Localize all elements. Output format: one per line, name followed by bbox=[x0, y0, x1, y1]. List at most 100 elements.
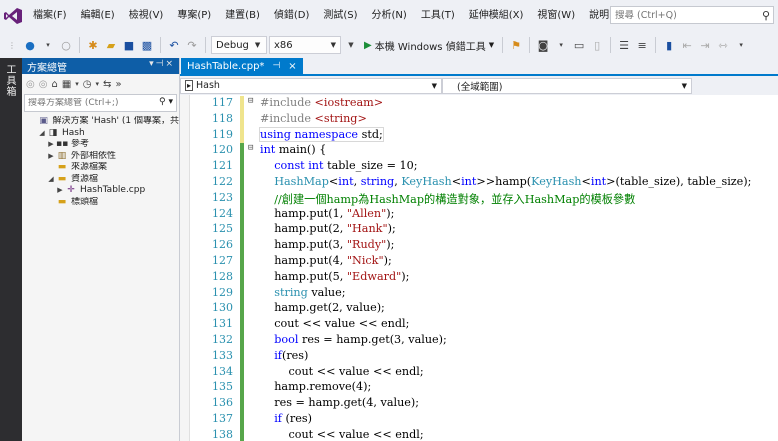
open-file-icon[interactable]: ▰ bbox=[103, 36, 119, 54]
toolbar-grip-icon[interactable]: ⋮ bbox=[4, 36, 20, 54]
toolbar-options-icon[interactable]: ▾ bbox=[733, 36, 749, 54]
solution-config-dropdown[interactable]: Debug ▼ bbox=[211, 36, 267, 54]
tab-hashtable-cpp[interactable]: HashTable.cpp* ⊣ × bbox=[181, 58, 303, 74]
back-icon[interactable]: ◎ bbox=[26, 79, 35, 90]
code-text[interactable]: //創建一個hamp為HashMap的構造對象，並存入HashMap的模板參數 bbox=[260, 191, 635, 207]
project-scope-dropdown[interactable]: ▸ Hash ▼ bbox=[180, 77, 442, 94]
code-text[interactable]: hamp.put(1, "Allen"); bbox=[260, 207, 394, 220]
close-icon[interactable]: × bbox=[288, 61, 296, 72]
toolbox-strip[interactable]: 工具箱 bbox=[0, 58, 22, 441]
code-text[interactable]: hamp.put(3, "Rudy"); bbox=[260, 238, 394, 251]
home-icon[interactable]: ⌂ bbox=[51, 79, 57, 90]
visual-studio-logo-icon[interactable] bbox=[0, 0, 26, 32]
search-icon[interactable]: ⚲ ▾ bbox=[159, 97, 173, 107]
pin-icon[interactable]: ⊣ bbox=[272, 61, 280, 71]
next-bookmark-icon[interactable]: ⇥ bbox=[697, 36, 713, 54]
code-text[interactable]: hamp.get(2, value); bbox=[260, 301, 385, 314]
menu-item[interactable]: 分析(N) bbox=[365, 5, 414, 27]
code-text[interactable]: int main() { bbox=[260, 143, 326, 156]
solution-explorer-title-bar[interactable]: 方案總管 ▾⊣× bbox=[22, 58, 179, 74]
back-dropdown-icon[interactable]: ▾ bbox=[40, 36, 56, 54]
clear-bookmarks-icon[interactable]: ⇿ bbox=[715, 36, 731, 54]
pin-icon[interactable]: ⊣ bbox=[156, 59, 166, 69]
code-text[interactable]: cout << value << endl; bbox=[260, 317, 409, 330]
sync-icon[interactable]: ⇆ bbox=[103, 79, 111, 90]
code-text[interactable]: const int table_size = 10; bbox=[260, 159, 417, 172]
screenshot-icon[interactable]: ◙ bbox=[535, 36, 551, 54]
platform-dropdown[interactable]: x86 ▼ bbox=[269, 36, 341, 54]
save-all-icon[interactable]: ▩ bbox=[139, 36, 155, 54]
switch-views-icon[interactable]: ▦ bbox=[62, 79, 71, 90]
code-text[interactable]: using namespace std; bbox=[259, 126, 384, 142]
quick-launch-input[interactable] bbox=[615, 9, 755, 21]
code-text[interactable]: HashMap<int, string, KeyHash<int>>hamp(K… bbox=[260, 175, 751, 188]
toolbox-tab[interactable]: 工具箱 bbox=[4, 64, 17, 97]
start-debugging-button[interactable]: ▶ 本機 Windows 偵錯工具 ▼ bbox=[361, 36, 497, 54]
member-scope-dropdown[interactable]: (全域範圍) ▼ bbox=[442, 77, 692, 94]
tree-item[interactable]: ◢ ▬ 資源檔 bbox=[22, 174, 179, 186]
menu-item[interactable]: 編輯(E) bbox=[74, 5, 122, 27]
close-icon[interactable]: × bbox=[165, 59, 175, 69]
menu-item[interactable]: 視窗(W) bbox=[530, 5, 582, 27]
redo-icon[interactable]: ↷ bbox=[184, 36, 200, 54]
search-icon[interactable]: ⚲ bbox=[762, 9, 770, 22]
menu-item[interactable]: 專案(P) bbox=[170, 5, 218, 27]
bookmark-next-icon[interactable]: ▯ bbox=[589, 36, 605, 54]
platform-extra-dropdown-icon[interactable]: ▼ bbox=[343, 36, 359, 54]
bookmark-icon[interactable]: ▭ bbox=[571, 36, 587, 54]
code-text[interactable]: if (res) bbox=[260, 412, 312, 425]
undo-icon[interactable]: ↶ bbox=[166, 36, 182, 54]
chevron-down-icon[interactable]: ▾ bbox=[75, 80, 79, 88]
code-text[interactable]: string value; bbox=[260, 286, 345, 299]
menu-item[interactable]: 延伸模組(X) bbox=[462, 5, 531, 27]
tree-item[interactable]: ▬ 來源檔案 bbox=[22, 162, 179, 174]
code-text[interactable]: bool res = hamp.get(3, value); bbox=[260, 333, 447, 346]
menu-item[interactable]: 測試(S) bbox=[316, 5, 364, 27]
menu-item[interactable]: 檔案(F) bbox=[26, 5, 74, 27]
menu-item[interactable]: 偵錯(D) bbox=[267, 5, 317, 27]
more-icon[interactable]: » bbox=[115, 79, 121, 90]
solution-search-box[interactable]: ⚲ ▾ bbox=[24, 94, 177, 112]
tree-item[interactable]: ▬ 標頭檔 bbox=[22, 197, 179, 209]
toggle-bookmark-icon[interactable]: ▮ bbox=[661, 36, 677, 54]
quick-launch-search[interactable]: ⚲ bbox=[610, 6, 774, 24]
collapse-icon[interactable]: ⊟ bbox=[248, 143, 258, 153]
code-text[interactable]: hamp.put(4, "Nick"); bbox=[260, 254, 392, 267]
tree-item[interactable]: ▣ 解決方案 'Hash' (1 個專案，共 bbox=[22, 116, 179, 128]
chevron-down-icon[interactable]: ▾ bbox=[96, 80, 100, 88]
code-text[interactable]: res = hamp.get(4, value); bbox=[260, 396, 419, 409]
code-text[interactable]: cout << value << endl; bbox=[260, 428, 423, 441]
tree-item[interactable]: ▶ ▥ 外部相依性 bbox=[22, 151, 179, 163]
tree-item[interactable]: ▶ ✛ HashTable.cpp bbox=[22, 185, 179, 197]
collapse-icon[interactable]: ⊟ bbox=[248, 96, 258, 106]
expand-toggle-icon[interactable]: ▶ bbox=[55, 185, 65, 197]
expand-toggle-icon[interactable]: ▶ bbox=[46, 139, 56, 151]
back-navigate-icon[interactable]: ● bbox=[22, 36, 38, 54]
menu-item[interactable]: 工具(T) bbox=[414, 5, 462, 27]
menu-item[interactable]: 檢視(V) bbox=[122, 5, 171, 27]
expand-toggle-icon[interactable]: ▶ bbox=[46, 151, 56, 163]
forward-navigate-icon[interactable]: ○ bbox=[58, 36, 74, 54]
toolbar-overflow-icon[interactable]: ▾ bbox=[553, 36, 569, 54]
pending-changes-filter-icon[interactable]: ◷ bbox=[83, 79, 92, 90]
code-text[interactable]: hamp.put(2, "Hank"); bbox=[260, 222, 396, 235]
uncomment-lines-icon[interactable]: ≡ bbox=[634, 36, 650, 54]
tree-item[interactable]: ▶ ▪▪ 參考 bbox=[22, 139, 179, 151]
tree-item[interactable]: ◢ ◨ Hash bbox=[22, 128, 179, 140]
browse-link-icon[interactable]: ⚑ bbox=[508, 36, 524, 54]
save-icon[interactable]: ■ bbox=[121, 36, 137, 54]
code-text[interactable]: hamp.put(5, "Edward"); bbox=[260, 270, 409, 283]
menu-item[interactable]: 建置(B) bbox=[218, 5, 267, 27]
code-text[interactable]: #include <string> bbox=[260, 112, 367, 125]
code-text[interactable]: if(res) bbox=[260, 349, 308, 362]
solution-search-input[interactable] bbox=[28, 98, 148, 108]
expand-toggle-icon[interactable]: ◢ bbox=[46, 174, 56, 186]
code-text[interactable]: #include <iostream> bbox=[260, 96, 383, 109]
comment-lines-icon[interactable]: ☰ bbox=[616, 36, 632, 54]
prev-bookmark-icon[interactable]: ⇤ bbox=[679, 36, 695, 54]
code-text[interactable]: hamp.remove(4); bbox=[260, 380, 371, 393]
new-project-icon[interactable]: ✱ bbox=[85, 36, 101, 54]
code-text[interactable]: cout << value << endl; bbox=[260, 365, 423, 378]
code-editor[interactable]: 117 ⊟ #include <iostream> 118 #include <stri… bbox=[180, 95, 778, 441]
forward-icon[interactable]: ◎ bbox=[39, 79, 48, 90]
